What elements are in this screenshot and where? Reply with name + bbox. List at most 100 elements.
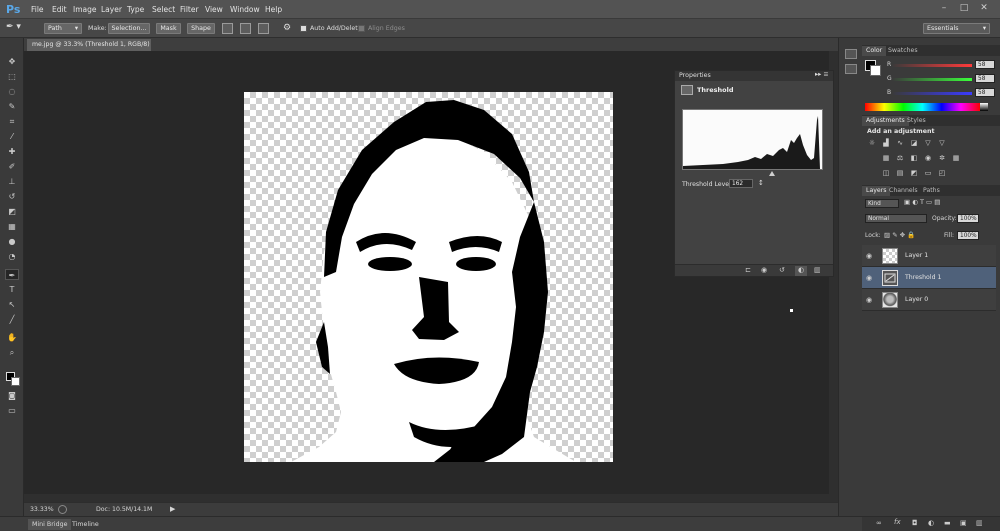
line-tool-icon[interactable]: ╱ <box>5 314 19 325</box>
opacity-input[interactable]: 100% <box>957 214 979 223</box>
make-selection-button[interactable]: Selection... <box>108 23 150 34</box>
make-shape-button[interactable]: Shape <box>187 23 215 34</box>
screen-mode-icon[interactable]: ▭ <box>5 405 19 416</box>
status-info-icon[interactable] <box>58 505 67 514</box>
workspace-select[interactable]: Essentials ▾ <box>923 23 990 34</box>
move-tool-icon[interactable]: ✥ <box>5 56 19 67</box>
visibility-eye-icon[interactable]: ◉ <box>866 296 875 304</box>
threshold-icon[interactable]: ◩ <box>910 169 918 177</box>
layer-row-threshold-1[interactable]: ◉ Threshold 1 <box>862 267 996 289</box>
layer-name[interactable]: Layer 1 <box>905 252 928 259</box>
clone-stamp-tool-icon[interactable]: ⊥ <box>5 176 19 187</box>
path-arrangement-icon[interactable] <box>258 23 269 34</box>
dodge-tool-icon[interactable]: ◔ <box>5 251 19 262</box>
status-menu-arrow-icon[interactable]: ▶ <box>170 505 175 513</box>
fill-input[interactable]: 100% <box>957 231 979 240</box>
pen-tool-icon[interactable]: ✒ <box>5 269 19 280</box>
lock-options-icons[interactable]: ▨ ✎ ✥ 🔒 <box>884 231 915 239</box>
green-channel-input[interactable]: 58 <box>975 74 995 83</box>
eraser-tool-icon[interactable]: ◩ <box>5 206 19 217</box>
gradient-tool-icon[interactable]: ▦ <box>5 221 19 232</box>
photo-filter-icon[interactable]: ◉ <box>924 154 932 162</box>
black-white-ramp[interactable] <box>980 103 988 111</box>
blue-channel-slider[interactable] <box>892 92 972 95</box>
new-layer-icon[interactable]: ▣ <box>960 519 967 527</box>
visibility-eye-icon[interactable]: ◉ <box>866 274 875 282</box>
invert-icon[interactable]: ◫ <box>882 169 890 177</box>
properties-tab[interactable]: Properties <box>679 72 711 79</box>
red-channel-input[interactable]: 58 <box>975 60 995 69</box>
auto-add-delete-checkbox[interactable] <box>300 25 307 32</box>
layer-name[interactable]: Threshold 1 <box>905 274 941 281</box>
view-previous-icon[interactable]: ◉ <box>761 266 767 274</box>
hand-tool-icon[interactable]: ✋ <box>5 332 19 343</box>
path-alignment-icon[interactable] <box>240 23 251 34</box>
menu-edit[interactable]: Edit <box>52 5 67 14</box>
make-mask-button[interactable]: Mask <box>156 23 181 34</box>
exposure-icon[interactable]: ◪ <box>910 139 918 147</box>
add-mask-icon[interactable]: ◘ <box>912 519 918 527</box>
trash-icon[interactable]: ▥ <box>814 266 821 274</box>
layer-name[interactable]: Layer 0 <box>905 296 928 303</box>
color-tab[interactable]: Color <box>862 46 887 56</box>
mini-bridge-tab[interactable]: Mini Bridge <box>28 519 72 530</box>
color-balance-icon[interactable]: ⚖ <box>896 154 904 162</box>
maximize-icon[interactable]: □ <box>956 2 972 15</box>
link-layers-icon[interactable]: ∞ <box>876 519 882 527</box>
path-mode-select[interactable]: Path ▾ <box>44 23 82 34</box>
blue-channel-input[interactable]: 58 <box>975 88 995 97</box>
history-panel-icon[interactable] <box>845 49 857 59</box>
delete-layer-icon[interactable]: ▥ <box>976 519 983 527</box>
vibrance-icon[interactable]: ▽ <box>924 139 932 147</box>
marquee-tool-icon[interactable]: ⬚ <box>5 71 19 82</box>
layer-row-layer-0[interactable]: ◉ Layer 0 <box>862 289 996 311</box>
pen-tool-preset-icon[interactable]: ✒ ▾ <box>6 22 28 35</box>
green-channel-slider[interactable] <box>892 78 972 81</box>
align-edges-checkbox[interactable] <box>358 25 365 32</box>
channel-mixer-icon[interactable]: ✲ <box>938 154 946 162</box>
eyedropper-tool-icon[interactable]: ⁄ <box>5 131 19 142</box>
scrubby-slider-icon[interactable]: ↕ <box>758 179 764 187</box>
menu-window[interactable]: Window <box>230 5 260 14</box>
gradient-map-icon[interactable]: ▭ <box>924 169 932 177</box>
swatches-tab[interactable]: Swatches <box>884 46 922 56</box>
minimize-icon[interactable]: – <box>936 2 952 15</box>
red-channel-slider[interactable] <box>892 64 972 67</box>
menu-filter[interactable]: Filter <box>180 5 199 14</box>
new-group-icon[interactable]: ▬ <box>944 519 951 527</box>
threshold-level-slider[interactable] <box>768 171 775 176</box>
close-icon[interactable]: ✕ <box>976 2 992 15</box>
blend-mode-select[interactable]: Normal <box>865 214 927 223</box>
quick-selection-tool-icon[interactable]: ✎ <box>5 101 19 112</box>
menu-layer[interactable]: Layer <box>101 5 122 14</box>
visibility-eye-icon[interactable]: ◐ <box>795 266 807 276</box>
menu-file[interactable]: File <box>31 5 44 14</box>
layer-filter-kind-select[interactable]: Kind <box>865 199 899 208</box>
threshold-level-input[interactable]: 162 <box>729 179 753 188</box>
clip-to-layer-icon[interactable]: ⊏ <box>745 266 751 274</box>
menu-view[interactable]: View <box>205 5 223 14</box>
document-tab[interactable]: me.jpg @ 33.3% (Threshold 1, RGB/8) * <box>27 39 151 60</box>
timeline-tab[interactable]: Timeline <box>68 519 103 530</box>
actions-panel-icon[interactable] <box>845 64 857 74</box>
color-lookup-icon[interactable]: ▦ <box>952 154 960 162</box>
channels-tab[interactable]: Channels <box>885 186 922 196</box>
healing-brush-tool-icon[interactable]: ✚ <box>5 146 19 157</box>
reset-icon[interactable]: ↺ <box>779 266 785 274</box>
document-canvas[interactable] <box>244 92 613 462</box>
levels-icon[interactable]: ▟ <box>882 139 890 147</box>
crop-tool-icon[interactable]: ⌗ <box>5 116 19 127</box>
styles-tab[interactable]: Styles <box>903 116 930 126</box>
new-adjustment-layer-icon[interactable]: ◐ <box>928 519 934 527</box>
zoom-tool-icon[interactable]: ⌕ <box>5 347 19 358</box>
triangle-adjust-icon[interactable]: ▽ <box>938 139 946 147</box>
paths-tab[interactable]: Paths <box>919 186 944 196</box>
layer-row-layer-1[interactable]: ◉ Layer 1 <box>862 245 996 267</box>
menu-type[interactable]: Type <box>127 5 144 14</box>
posterize-icon[interactable]: ▤ <box>896 169 904 177</box>
curves-icon[interactable]: ∿ <box>896 139 904 147</box>
color-spectrum-ramp[interactable] <box>865 103 980 111</box>
blur-tool-icon[interactable]: ● <box>5 236 19 247</box>
visibility-eye-icon[interactable]: ◉ <box>866 252 875 260</box>
selective-color-icon[interactable]: ◰ <box>938 169 946 177</box>
